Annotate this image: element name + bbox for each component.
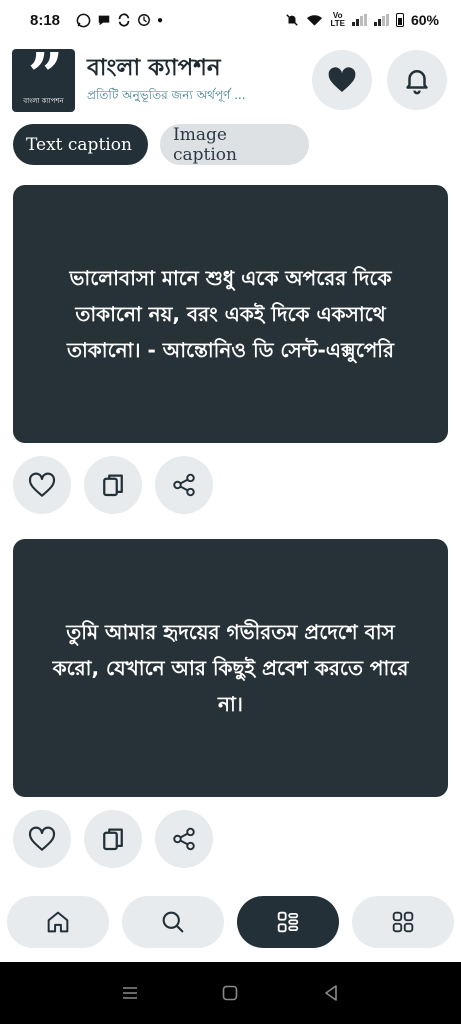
timer-icon [138, 14, 150, 26]
tab-image-caption[interactable]: Image caption [160, 124, 309, 165]
battery-percent: 60% [410, 12, 439, 28]
copy-icon [103, 828, 123, 851]
app-logo: ” বাংলা ক্যাপশন [12, 48, 75, 112]
status-bar: 8:18 ● Vo LTE 60% [0, 0, 461, 40]
caption-card: ভালোবাসা মানে শুধু একে অপরের দিকে তাকানো… [13, 185, 448, 443]
wifi-icon [307, 15, 323, 26]
chat-icon [98, 15, 110, 26]
nav-home[interactable] [7, 896, 109, 948]
notifications-button[interactable] [387, 50, 447, 110]
caption-text: ভালোবাসা মানে শুধু একে অপরের দিকে তাকানো… [66, 266, 395, 362]
signal-icon-1 [351, 14, 367, 26]
status-time: 8:18 [30, 11, 61, 29]
home-system-icon[interactable] [220, 983, 240, 1003]
heart-filled-icon [328, 67, 356, 92]
share-icon [173, 473, 195, 497]
home-icon [47, 911, 69, 933]
caption-card: তুমি আমার হৃদয়ের গভীরতম প্রদেশে বাস করো… [13, 539, 448, 797]
dot-icon: ● [157, 14, 164, 26]
back-icon[interactable] [321, 983, 341, 1003]
app-subtitle: প্রতিটি অনুভূতির জন্য অর্থপূর্ণ ... [87, 88, 246, 102]
whatsapp-icon [76, 13, 91, 27]
volte-icon: Vo LTE [330, 11, 345, 28]
logo-text: বাংলা ক্যাপশন [23, 96, 64, 105]
nav-search[interactable] [122, 896, 224, 948]
search-icon [162, 911, 184, 933]
heart-outline-icon [28, 826, 56, 851]
share-button[interactable] [155, 810, 213, 868]
copy-icon [103, 474, 123, 497]
mute-icon [286, 14, 299, 26]
favorites-button[interactable] [312, 50, 372, 110]
grid-icon [392, 911, 414, 933]
like-button[interactable] [13, 810, 71, 868]
copy-button[interactable] [84, 456, 142, 514]
app-title: বাংলা ক্যাপশন [87, 55, 221, 81]
caption-actions [13, 810, 213, 868]
categories-icon [277, 911, 299, 933]
bell-icon [406, 70, 428, 95]
recent-apps-icon[interactable] [120, 983, 140, 1003]
sync-icon [118, 13, 130, 27]
signal-icon-2 [373, 14, 389, 26]
battery-icon [395, 13, 404, 27]
heart-outline-icon [28, 472, 56, 497]
bottom-navigation [7, 896, 454, 948]
share-button[interactable] [155, 456, 213, 514]
app-header: ” বাংলা ক্যাপশন বাংলা ক্যাপশন প্রতিটি অন… [12, 48, 452, 112]
nav-grid[interactable] [352, 896, 454, 948]
caption-text: তুমি আমার হৃদয়ের গভীরতম প্রদেশে বাস করো… [52, 620, 409, 716]
caption-actions [13, 456, 213, 514]
tab-text-caption[interactable]: Text caption [13, 124, 148, 165]
share-icon [173, 827, 195, 851]
system-navigation-bar [0, 962, 461, 1024]
nav-categories[interactable] [237, 896, 339, 948]
like-button[interactable] [13, 456, 71, 514]
copy-button[interactable] [84, 810, 142, 868]
caption-tabs: Text caption Image caption [13, 124, 309, 165]
